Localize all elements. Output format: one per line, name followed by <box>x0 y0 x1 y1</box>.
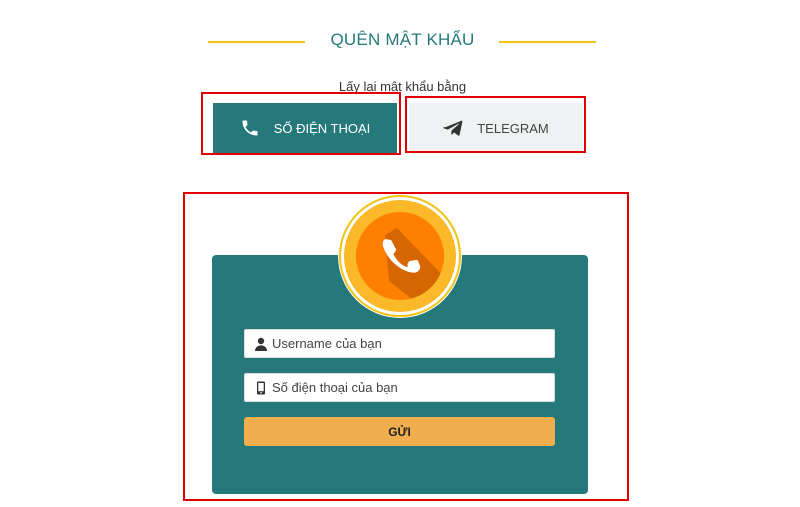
telegram-icon <box>443 118 463 138</box>
tab-phone-label: SỐ ĐIỆN THOẠI <box>273 120 371 136</box>
phone-number-input[interactable] <box>272 374 554 401</box>
submit-button[interactable]: GỬI <box>244 417 555 446</box>
username-field[interactable] <box>244 329 555 358</box>
title-divider-right <box>499 41 596 43</box>
tab-telegram[interactable]: TELEGRAM <box>409 103 583 153</box>
phone-badge-icon <box>337 193 463 319</box>
title-divider-left <box>208 41 305 43</box>
page-title: QUÊN MẬT KHẨU <box>330 30 475 49</box>
tab-telegram-label: TELEGRAM <box>477 120 549 136</box>
mobile-icon <box>254 381 268 395</box>
phone-number-field[interactable] <box>244 373 555 402</box>
recovery-method-label: Lấy lại mật khẩu bằng <box>338 79 467 94</box>
phone-icon <box>240 118 260 138</box>
title-row: QUÊN MẬT KHẨU <box>0 28 800 56</box>
username-input[interactable] <box>272 330 554 357</box>
user-icon <box>254 337 268 351</box>
tab-phone[interactable]: SỐ ĐIỆN THOẠI <box>213 103 397 153</box>
